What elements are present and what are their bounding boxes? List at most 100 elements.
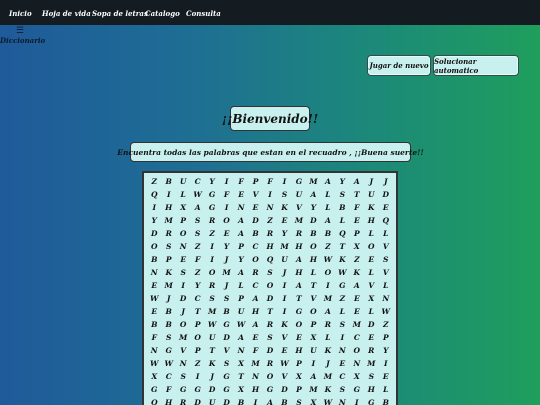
grid-cell[interactable]: L: [379, 279, 393, 291]
grid-cell[interactable]: V: [379, 266, 393, 278]
grid-cell[interactable]: G: [205, 201, 219, 213]
grid-cell[interactable]: M: [292, 214, 306, 226]
grid-cell[interactable]: V: [248, 188, 262, 200]
grid-cell[interactable]: O: [205, 266, 219, 278]
grid-cell[interactable]: H: [306, 253, 320, 265]
grid-cell[interactable]: H: [292, 344, 306, 356]
grid-cell[interactable]: O: [306, 240, 320, 252]
grid-cell[interactable]: Z: [350, 253, 364, 265]
grid-cell[interactable]: S: [335, 318, 349, 330]
grid-cell[interactable]: Z: [335, 292, 349, 304]
grid-cell[interactable]: A: [321, 214, 335, 226]
grid-cell[interactable]: J: [219, 279, 233, 291]
grid-cell[interactable]: K: [277, 201, 291, 213]
grid-cell[interactable]: X: [306, 396, 320, 405]
grid-cell[interactable]: L: [364, 305, 378, 317]
grid-cell[interactable]: P: [248, 175, 262, 187]
grid-cell[interactable]: B: [147, 253, 161, 265]
grid-cell[interactable]: V: [277, 370, 291, 382]
grid-cell[interactable]: B: [234, 396, 248, 405]
grid-cell[interactable]: G: [161, 344, 175, 356]
grid-cell[interactable]: B: [379, 396, 393, 405]
grid-cell[interactable]: B: [219, 305, 233, 317]
grid-cell[interactable]: U: [234, 305, 248, 317]
grid-cell[interactable]: A: [306, 370, 320, 382]
grid-cell[interactable]: A: [292, 253, 306, 265]
grid-cell[interactable]: D: [263, 292, 277, 304]
grid-cell[interactable]: I: [190, 370, 204, 382]
grid-cell[interactable]: A: [321, 305, 335, 317]
grid-cell[interactable]: F: [248, 344, 262, 356]
grid-cell[interactable]: W: [321, 253, 335, 265]
grid-cell[interactable]: B: [161, 175, 175, 187]
grid-cell[interactable]: P: [379, 331, 393, 343]
grid-cell[interactable]: B: [321, 227, 335, 239]
grid-cell[interactable]: L: [364, 227, 378, 239]
grid-cell[interactable]: Q: [147, 396, 161, 405]
grid-cell[interactable]: B: [306, 227, 320, 239]
grid-cell[interactable]: G: [219, 370, 233, 382]
grid-cell[interactable]: F: [147, 331, 161, 343]
nav-item-hoja-de-vida[interactable]: Hoja de vida: [42, 9, 91, 18]
grid-cell[interactable]: L: [306, 266, 320, 278]
grid-cell[interactable]: Z: [379, 318, 393, 330]
grid-cell[interactable]: D: [219, 396, 233, 405]
grid-cell[interactable]: E: [379, 201, 393, 213]
grid-cell[interactable]: F: [190, 253, 204, 265]
grid-cell[interactable]: V: [176, 344, 190, 356]
grid-cell[interactable]: Y: [234, 253, 248, 265]
grid-cell[interactable]: I: [277, 305, 291, 317]
grid-cell[interactable]: E: [147, 305, 161, 317]
grid-cell[interactable]: L: [234, 279, 248, 291]
grid-cell[interactable]: S: [263, 331, 277, 343]
grid-cell[interactable]: E: [248, 331, 262, 343]
grid-cell[interactable]: I: [321, 279, 335, 291]
grid-cell[interactable]: O: [248, 253, 262, 265]
grid-cell[interactable]: G: [176, 383, 190, 395]
grid-cell[interactable]: K: [321, 344, 335, 356]
grid-cell[interactable]: D: [277, 383, 291, 395]
grid-cell[interactable]: F: [219, 188, 233, 200]
grid-cell[interactable]: C: [248, 279, 262, 291]
replay-button[interactable]: Jugar de nuevo: [367, 55, 431, 76]
grid-cell[interactable]: O: [147, 240, 161, 252]
grid-cell[interactable]: S: [292, 396, 306, 405]
grid-cell[interactable]: S: [205, 292, 219, 304]
grid-cell[interactable]: T: [234, 370, 248, 382]
grid-cell[interactable]: J: [205, 370, 219, 382]
grid-cell[interactable]: S: [190, 227, 204, 239]
grid-cell[interactable]: P: [190, 318, 204, 330]
grid-cell[interactable]: G: [147, 383, 161, 395]
grid-cell[interactable]: Q: [147, 188, 161, 200]
grid-cell[interactable]: H: [263, 240, 277, 252]
solve-button[interactable]: Solucionar automatico: [433, 55, 519, 76]
grid-cell[interactable]: Y: [379, 344, 393, 356]
grid-cell[interactable]: P: [292, 357, 306, 369]
grid-cell[interactable]: S: [277, 188, 291, 200]
grid-cell[interactable]: U: [277, 253, 291, 265]
grid-cell[interactable]: N: [335, 344, 349, 356]
grid-cell[interactable]: R: [364, 344, 378, 356]
grid-cell[interactable]: M: [306, 383, 320, 395]
grid-cell[interactable]: D: [176, 292, 190, 304]
grid-cell[interactable]: O: [176, 318, 190, 330]
grid-cell[interactable]: E: [277, 214, 291, 226]
grid-cell[interactable]: B: [335, 201, 349, 213]
grid-cell[interactable]: K: [161, 266, 175, 278]
grid-cell[interactable]: Q: [335, 227, 349, 239]
grid-cell[interactable]: C: [350, 331, 364, 343]
grid-cell[interactable]: J: [364, 175, 378, 187]
grid-cell[interactable]: W: [147, 357, 161, 369]
grid-cell[interactable]: B: [147, 318, 161, 330]
grid-cell[interactable]: F: [263, 175, 277, 187]
sidebar-toggle[interactable]: ☰ Diccionario: [0, 26, 45, 45]
grid-cell[interactable]: U: [364, 188, 378, 200]
grid-cell[interactable]: D: [379, 188, 393, 200]
nav-item-consulta[interactable]: Consulta: [186, 9, 221, 18]
grid-cell[interactable]: I: [306, 357, 320, 369]
grid-cell[interactable]: T: [205, 344, 219, 356]
grid-cell[interactable]: A: [234, 227, 248, 239]
grid-cell[interactable]: N: [176, 357, 190, 369]
grid-cell[interactable]: S: [176, 370, 190, 382]
nav-item-sopa-de-letras[interactable]: Sopa de letras: [92, 9, 148, 18]
